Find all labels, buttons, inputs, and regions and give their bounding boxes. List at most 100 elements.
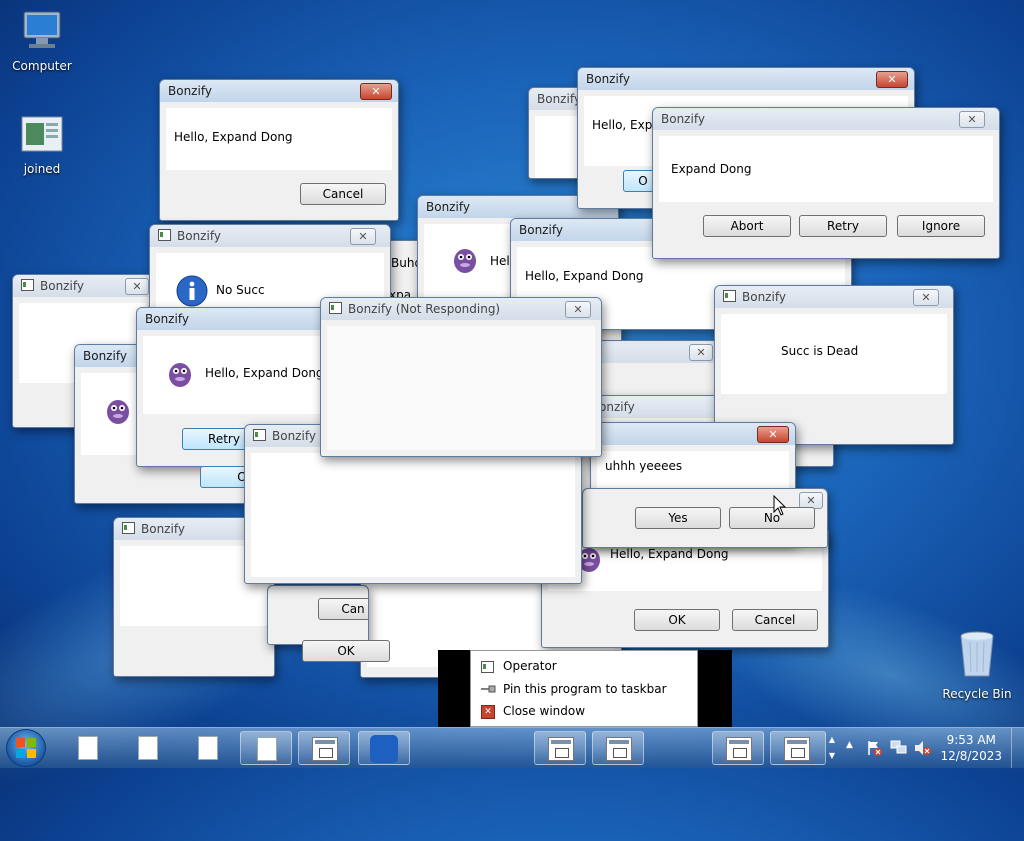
- close-button[interactable]: ✕: [959, 111, 985, 128]
- window-title-bar: Bonzify (Not Responding): [321, 298, 601, 320]
- window-title: Bonzify: [742, 290, 786, 304]
- message-text: Hello, Expand Dong: [525, 269, 644, 283]
- operator-app-icon: [548, 737, 574, 761]
- window-body: Hello, Expand Dong: [166, 108, 392, 170]
- taskbar-button-document[interactable]: [122, 731, 174, 765]
- close-button[interactable]: ✕: [350, 228, 376, 245]
- yes-button[interactable]: Yes: [635, 507, 721, 529]
- close-button[interactable]: ✕: [689, 344, 713, 361]
- message-window[interactable]: ✕ Yes No: [582, 488, 828, 548]
- desktop-icon-joined[interactable]: joined: [2, 115, 82, 176]
- desktop-icon-recycle-bin[interactable]: Recycle Bin: [937, 630, 1017, 701]
- close-button[interactable]: ✕: [360, 83, 392, 100]
- volume-muted-icon[interactable]: [914, 740, 932, 756]
- desktop-icon-computer[interactable]: Computer: [2, 10, 82, 73]
- image-file-icon: [312, 737, 338, 761]
- window-title: Bonzify (: [272, 429, 325, 443]
- taskbar-jump-list: Operator Pin this program to taskbar ✕ C…: [438, 650, 732, 727]
- desktop-icon-label: Computer: [12, 59, 72, 73]
- start-button[interactable]: [6, 729, 46, 767]
- document-icon: [138, 736, 158, 760]
- taskbar-button-operator[interactable]: [592, 731, 644, 765]
- cancel-button[interactable]: Cancel: [732, 609, 818, 631]
- message-window[interactable]: Bonzify ✕ Succ is Dead: [714, 285, 954, 445]
- app-icon: [723, 290, 736, 302]
- window-body: [251, 453, 575, 577]
- computer-icon: [23, 11, 61, 48]
- message-window[interactable]: Bonzify ✕ Hello, Expand Dong Cancel: [159, 79, 399, 221]
- window-title: Bonzify: [40, 279, 84, 293]
- taskbar-clock[interactable]: 9:53 AM 12/8/2023: [940, 732, 1002, 764]
- bonzify-app-icon: [370, 735, 398, 763]
- document-icon: [257, 737, 277, 761]
- message-text: Succ is Dead: [781, 344, 859, 358]
- bonzi-buddy-icon: [107, 400, 129, 424]
- menu-item-label: Operator: [503, 659, 557, 673]
- operator-app-icon: [606, 737, 632, 761]
- recycle-bin-icon: [960, 631, 994, 677]
- bonzi-buddy-icon: [169, 363, 191, 387]
- taskbar-button-operator[interactable]: [712, 731, 764, 765]
- taskbar-button-document[interactable]: [62, 731, 114, 765]
- window-title: Bonzify (Not Responding): [348, 302, 501, 316]
- message-window-not-responding[interactable]: Bonzify (Not Responding) ✕: [320, 297, 602, 457]
- app-icon: [122, 522, 135, 534]
- ok-button[interactable]: OK: [634, 609, 720, 631]
- taskbar-button-joined[interactable]: [298, 731, 350, 765]
- window-body: Hello, Expand Dong: [143, 336, 331, 414]
- taskbar-button-operator[interactable]: [534, 731, 586, 765]
- menu-item-operator[interactable]: Operator: [471, 655, 697, 677]
- window-body: Expand Dong: [659, 136, 993, 202]
- windows-start-icon: [16, 738, 36, 758]
- message-window[interactable]: Can: [267, 585, 369, 645]
- taskbar-button-document[interactable]: [182, 731, 234, 765]
- abort-button[interactable]: Abort: [703, 215, 791, 237]
- network-icon[interactable]: [890, 740, 908, 756]
- no-button[interactable]: No: [729, 507, 815, 529]
- bonzi-buddy-icon: [454, 249, 476, 273]
- close-button[interactable]: ✕: [757, 426, 789, 443]
- cancel-button[interactable]: Cancel: [300, 183, 386, 205]
- window-title-bar: Bonzify ✕: [13, 275, 153, 297]
- menu-item-pin[interactable]: Pin this program to taskbar: [471, 678, 697, 700]
- close-button[interactable]: ✕: [565, 301, 591, 318]
- taskbar-button-document[interactable]: [240, 731, 292, 765]
- close-button[interactable]: ✕: [913, 289, 939, 306]
- taskbar-button-operator[interactable]: [770, 731, 826, 765]
- document-icon: [198, 736, 218, 760]
- operator-app-icon: [726, 737, 752, 761]
- menu-item-label: Close window: [503, 704, 586, 718]
- retry-button[interactable]: Retry: [799, 215, 887, 237]
- app-icon: [253, 429, 266, 441]
- window-title: Bonzify: [141, 522, 185, 536]
- window-title: Bonzify: [653, 108, 999, 130]
- desktop-icon-label: joined: [23, 162, 61, 176]
- window-body: Succ is Dead: [721, 314, 947, 394]
- message-text: Hello, Expand Dong: [205, 366, 324, 380]
- window-title: onzify: [599, 400, 635, 414]
- info-icon: [176, 275, 208, 307]
- window-title-bar: ✕: [589, 341, 719, 363]
- show-desktop-button[interactable]: [1011, 728, 1024, 768]
- message-text: uhhh yeeees: [605, 459, 683, 473]
- message-text: Expand Dong: [671, 162, 752, 176]
- taskbar-scroll[interactable]: ▲ ▼: [826, 732, 838, 764]
- ok-button[interactable]: OK: [302, 640, 390, 662]
- close-button[interactable]: ✕: [876, 71, 908, 88]
- clock-date: 12/8/2023: [940, 749, 1002, 763]
- document-icon: [78, 736, 98, 760]
- cancel-button[interactable]: Can: [318, 598, 368, 620]
- app-icon: [21, 279, 34, 291]
- pin-icon: [481, 685, 496, 693]
- action-center-icon[interactable]: [866, 740, 882, 756]
- clock-time: 9:53 AM: [946, 733, 996, 747]
- menu-item-close-window[interactable]: ✕ Close window: [471, 700, 697, 722]
- operator-app-icon: [784, 737, 810, 761]
- message-window[interactable]: Bonzify ✕ Expand Dong Abort Retry Ignore: [652, 107, 1000, 259]
- window-title: Bonzify: [578, 68, 914, 90]
- taskbar-button-bonzify[interactable]: [358, 731, 410, 765]
- close-button[interactable]: ✕: [125, 278, 149, 295]
- ignore-button[interactable]: Ignore: [897, 215, 985, 237]
- show-hidden-icons-arrow[interactable]: ▲: [846, 740, 853, 750]
- message-text: No Succ: [216, 283, 265, 297]
